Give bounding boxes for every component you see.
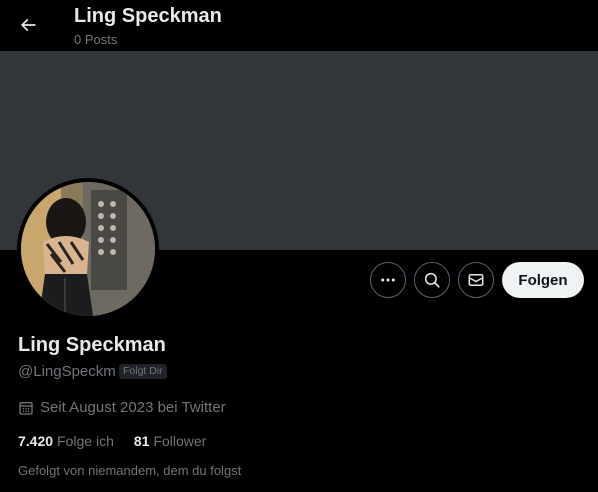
- handle: @LingSpeckm: [18, 363, 116, 380]
- search-button[interactable]: [414, 262, 450, 298]
- followed-by-text: Gefolgt von niemandem, dem du folgst: [18, 463, 242, 478]
- follow-button[interactable]: Folgen: [502, 262, 584, 298]
- display-name: Ling Speckman: [18, 334, 166, 356]
- message-button[interactable]: [458, 262, 494, 298]
- avatar-photo: [21, 182, 155, 316]
- arrow-left-icon: [20, 18, 36, 32]
- followers-link[interactable]: 81 Follower: [134, 433, 206, 449]
- search-icon: [424, 272, 440, 288]
- following-link[interactable]: 7.420 Folge ich: [18, 433, 114, 449]
- following-label: Folge ich: [57, 433, 114, 449]
- back-button[interactable]: [10, 7, 46, 43]
- envelope-icon: [468, 274, 484, 286]
- follow-stats: 7.420 Folge ich 81 Follower: [18, 433, 206, 449]
- joined-text: Seit August 2023 bei Twitter: [40, 399, 226, 416]
- header-title: Ling Speckman: [74, 5, 222, 27]
- more-button[interactable]: [370, 262, 406, 298]
- more-horizontal-icon: [381, 278, 395, 282]
- followers-count: 81: [133, 433, 150, 449]
- post-count: 0 Posts: [74, 32, 118, 47]
- followers-label: Follower: [153, 433, 207, 449]
- calendar-icon: [19, 401, 33, 415]
- avatar[interactable]: [17, 178, 159, 320]
- following-count: 7.420: [18, 433, 54, 449]
- joined-date: Seit August 2023 bei Twitter: [18, 399, 226, 416]
- top-bar: Ling Speckman 0 Posts: [0, 0, 598, 51]
- follows-you-badge: Folgt Dir: [119, 364, 167, 379]
